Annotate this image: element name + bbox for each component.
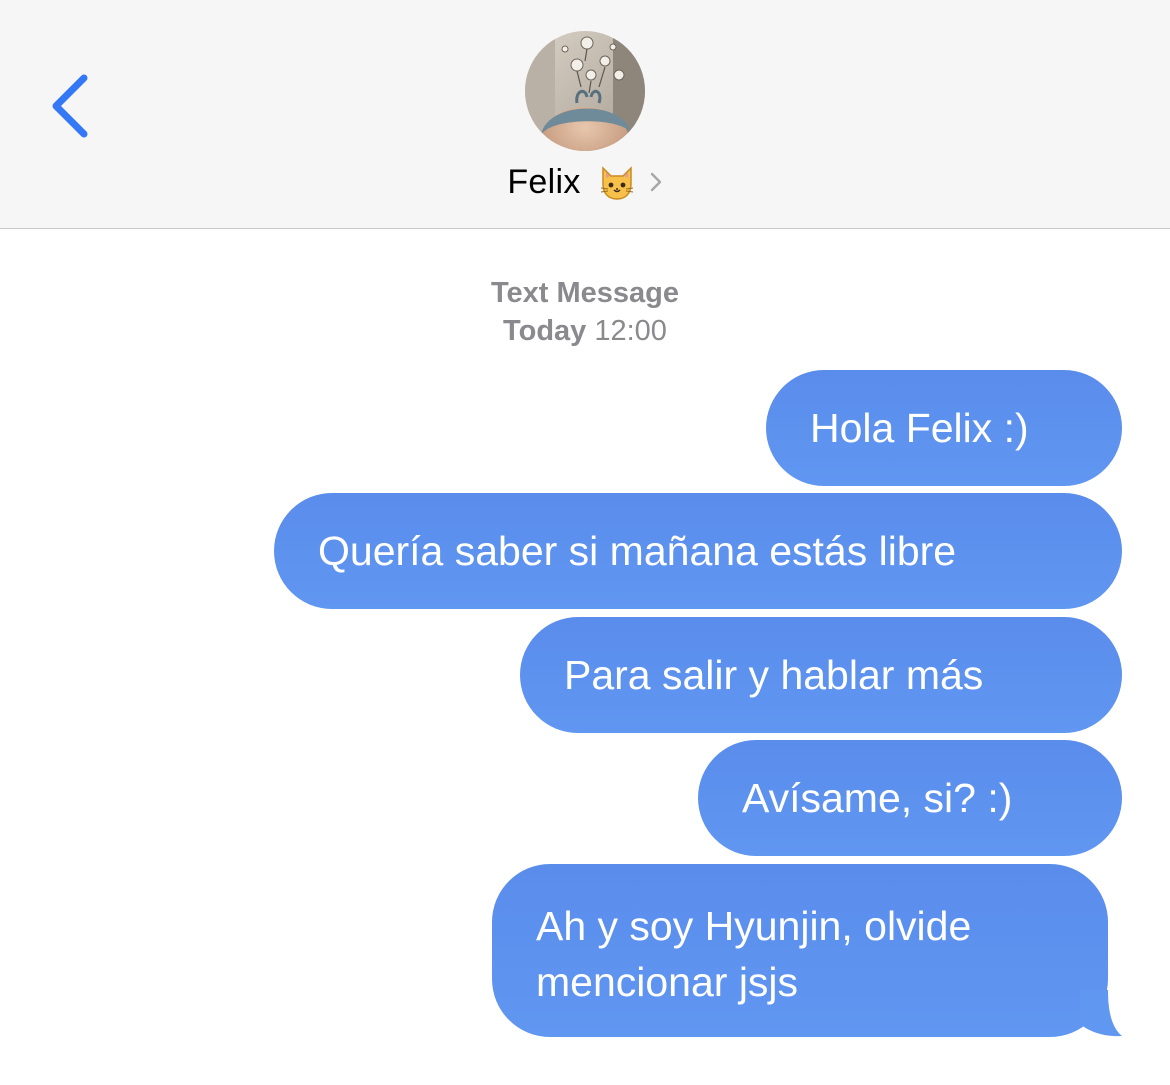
cat-face-icon — [600, 166, 633, 200]
contact-details-button[interactable]: Felix — [0, 158, 1170, 206]
contact-photo — [525, 31, 645, 151]
message-bubble[interactable]: Hola Felix :) — [766, 370, 1122, 486]
chevron-left-icon — [52, 74, 88, 138]
chevron-right-icon — [650, 172, 661, 192]
conversation-meta: Text Message Today 12:00 — [0, 274, 1170, 350]
avatar[interactable] — [525, 31, 645, 151]
message-bubble[interactable]: Para salir y hablar más — [520, 617, 1122, 733]
contact-name: Felix — [507, 162, 581, 201]
bubble-tail — [1080, 990, 1122, 1037]
message-bubble[interactable]: Quería saber si mañana estás libre — [274, 493, 1122, 609]
back-button[interactable] — [40, 64, 104, 148]
timestamp-day: Today — [503, 315, 587, 347]
service-label: Text Message — [490, 277, 680, 309]
message-bubble[interactable]: Avísame, si? :) — [698, 740, 1122, 856]
timestamp: Today 12:00 — [0, 312, 1170, 350]
conversation-header: Felix — [0, 0, 1170, 229]
timestamp-time: 12:00 — [594, 315, 667, 347]
message-bubble[interactable]: Ah y soy Hyunjin, olvide mencionar jsjs — [492, 864, 1108, 1037]
